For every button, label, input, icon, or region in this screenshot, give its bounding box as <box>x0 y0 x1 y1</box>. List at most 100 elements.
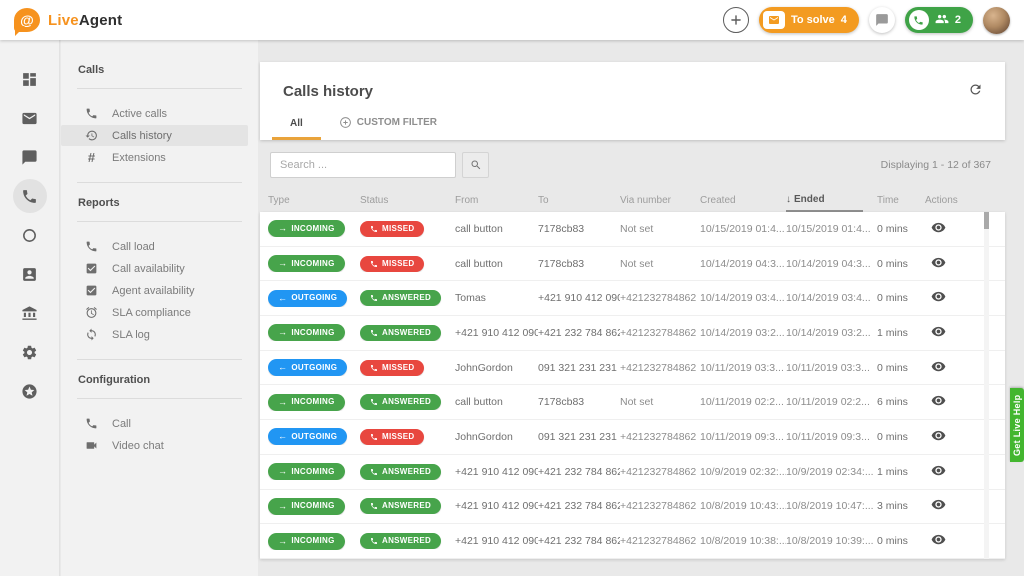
search-button[interactable] <box>462 152 489 178</box>
liveagent-logo[interactable]: @ LiveAgent <box>14 8 122 36</box>
view-call-details-button[interactable] <box>925 359 946 377</box>
cell-call-status: MISSED <box>360 428 455 445</box>
rail-item-settings[interactable] <box>0 333 60 372</box>
logo-bubble-icon: @ <box>14 8 40 36</box>
call-row[interactable]: → INCOMING MISSED call button 7178cb83 Not se… <box>260 247 1005 282</box>
column-header-created[interactable]: Created <box>700 188 786 212</box>
cell-call-type: → INCOMING <box>268 393 360 411</box>
call-row[interactable]: ← OUTGOING ANSWERED Tomas +421 910 412 090 +4… <box>260 281 1005 317</box>
call-type-badge: ← OUTGOING <box>268 428 348 446</box>
cell-to: +421 232 784 862 <box>538 500 620 513</box>
nav-item-call[interactable]: Call <box>61 413 258 434</box>
call-row[interactable]: → INCOMING ANSWERED +421 910 412 090 +421 23… <box>260 524 1005 559</box>
get-live-help-button[interactable]: Get Live Help <box>1010 388 1024 462</box>
nav-section-title-calls: Calls <box>78 64 105 76</box>
view-call-details-button[interactable] <box>925 220 946 238</box>
view-call-details-button[interactable] <box>925 463 946 481</box>
call-row[interactable]: → INCOMING ANSWERED +421 910 412 090 +421 23… <box>260 316 1005 351</box>
nav-item-label: Agent availability <box>112 284 195 297</box>
cell-call-type: ← OUTGOING <box>268 359 360 377</box>
top-header: @ LiveAgent To solve 4 2 <box>0 0 1024 40</box>
rail-item-contacts[interactable] <box>0 255 60 294</box>
phone-icon <box>371 399 377 406</box>
call-type-label: OUTGOING <box>291 362 338 372</box>
cell-to: 7178cb83 <box>538 222 585 235</box>
rail-item-extras[interactable] <box>0 372 60 411</box>
call-row[interactable]: ← OUTGOING MISSED JohnGordon 091 321 231 231… <box>260 351 1005 386</box>
tab-all[interactable]: All <box>272 118 321 140</box>
call-row[interactable]: → INCOMING ANSWERED +421 910 412 090 +421 23… <box>260 490 1005 525</box>
cell-ended: 10/11/2019 03:3... <box>786 361 870 374</box>
nav-item-sla-compliance[interactable]: SLA compliance <box>61 302 258 323</box>
nav-item-call-load[interactable]: Call load <box>61 236 258 257</box>
cell-call-type: → INCOMING <box>268 220 360 238</box>
eye-icon <box>931 222 946 233</box>
nav-item-call-availability[interactable]: Call availability <box>61 258 258 279</box>
call-status-label: ANSWERED <box>382 536 432 546</box>
view-call-details-button[interactable] <box>925 428 946 446</box>
view-call-details-button[interactable] <box>925 532 946 550</box>
header-actions: To solve 4 2 <box>722 6 1010 34</box>
view-call-details-button[interactable] <box>925 497 946 515</box>
call-row[interactable]: → INCOMING MISSED call button 7178cb83 Not se… <box>260 212 1005 247</box>
column-header-ended[interactable]: ↓ Ended <box>786 188 863 212</box>
refresh-icon <box>970 84 981 95</box>
rail-item-dashboard[interactable] <box>0 60 60 99</box>
star-circle-icon <box>22 384 37 399</box>
phone-status-button[interactable]: 2 <box>904 7 973 33</box>
call-type-label: INCOMING <box>291 223 335 233</box>
nav-item-active-calls[interactable]: Active calls <box>61 103 258 124</box>
nav-item-label: Video chat <box>112 439 164 452</box>
cell-call-status: MISSED <box>360 255 455 272</box>
column-header-via-number[interactable]: Via number <box>620 188 700 212</box>
column-header-time[interactable]: Time <box>877 188 925 212</box>
scrollbar-thumb[interactable] <box>984 212 989 229</box>
column-header-type[interactable]: Type <box>268 188 360 212</box>
column-header-to[interactable]: To <box>538 188 620 212</box>
cell-via: Not set <box>620 222 654 235</box>
nav-item-video-chat[interactable]: Video chat <box>61 435 258 456</box>
call-type-badge: → INCOMING <box>268 532 345 550</box>
column-header-actions[interactable]: Actions <box>925 188 997 212</box>
nav-item-calls-history[interactable]: Calls history <box>61 125 248 146</box>
phone-icon <box>371 503 377 510</box>
to-solve-button[interactable]: To solve 4 <box>758 7 859 33</box>
view-call-details-button[interactable] <box>925 289 946 307</box>
rail-item-calls[interactable] <box>0 177 60 216</box>
search-input[interactable] <box>270 152 456 178</box>
cell-created: 10/11/2019 02:2... <box>700 396 784 409</box>
view-call-details-button[interactable] <box>925 324 946 342</box>
user-avatar[interactable] <box>983 6 1010 34</box>
refresh-button[interactable] <box>968 82 983 100</box>
add-new-button[interactable] <box>722 7 749 33</box>
call-row[interactable]: → INCOMING ANSWERED +421 910 412 090 +421 23… <box>260 455 1005 490</box>
view-call-details-button[interactable] <box>925 393 946 411</box>
rail-item-status[interactable] <box>0 216 60 255</box>
availability-icon <box>85 284 98 297</box>
plus-circle-icon <box>339 116 352 129</box>
rail-item-tickets[interactable] <box>0 99 60 138</box>
table-scrollbar[interactable] <box>984 212 989 559</box>
rail-item-chats[interactable] <box>0 138 60 177</box>
nav-item-sla-log[interactable]: SLA log <box>61 324 258 345</box>
nav-item-agent-availability[interactable]: Agent availability <box>61 280 258 301</box>
nav-item-extensions[interactable]: # Extensions <box>61 147 258 168</box>
column-label: Created <box>700 194 736 206</box>
call-row[interactable]: → INCOMING ANSWERED call button 7178cb83 Not … <box>260 385 1005 421</box>
tab-custom-filter[interactable]: CUSTOM FILTER <box>321 116 455 140</box>
call-type-label: OUTGOING <box>291 293 338 303</box>
column-header-status[interactable]: Status <box>360 188 455 212</box>
view-call-details-button[interactable] <box>925 255 946 273</box>
eye-icon <box>931 292 946 302</box>
call-status-label: ANSWERED <box>382 501 432 511</box>
call-status-label: MISSED <box>382 362 415 372</box>
chat-status-button[interactable] <box>868 7 895 33</box>
rail-item-company[interactable] <box>0 294 60 333</box>
cell-from: call button <box>455 257 503 270</box>
call-type-badge: → INCOMING <box>268 255 345 273</box>
tab-label: CUSTOM FILTER <box>356 117 437 128</box>
cell-from: +421 910 412 090 <box>455 500 538 513</box>
call-row[interactable]: ← OUTGOING MISSED JohnGordon 091 321 231 231… <box>260 420 1005 455</box>
arrow-right-icon: → <box>278 535 288 546</box>
column-header-from[interactable]: From <box>455 188 538 212</box>
